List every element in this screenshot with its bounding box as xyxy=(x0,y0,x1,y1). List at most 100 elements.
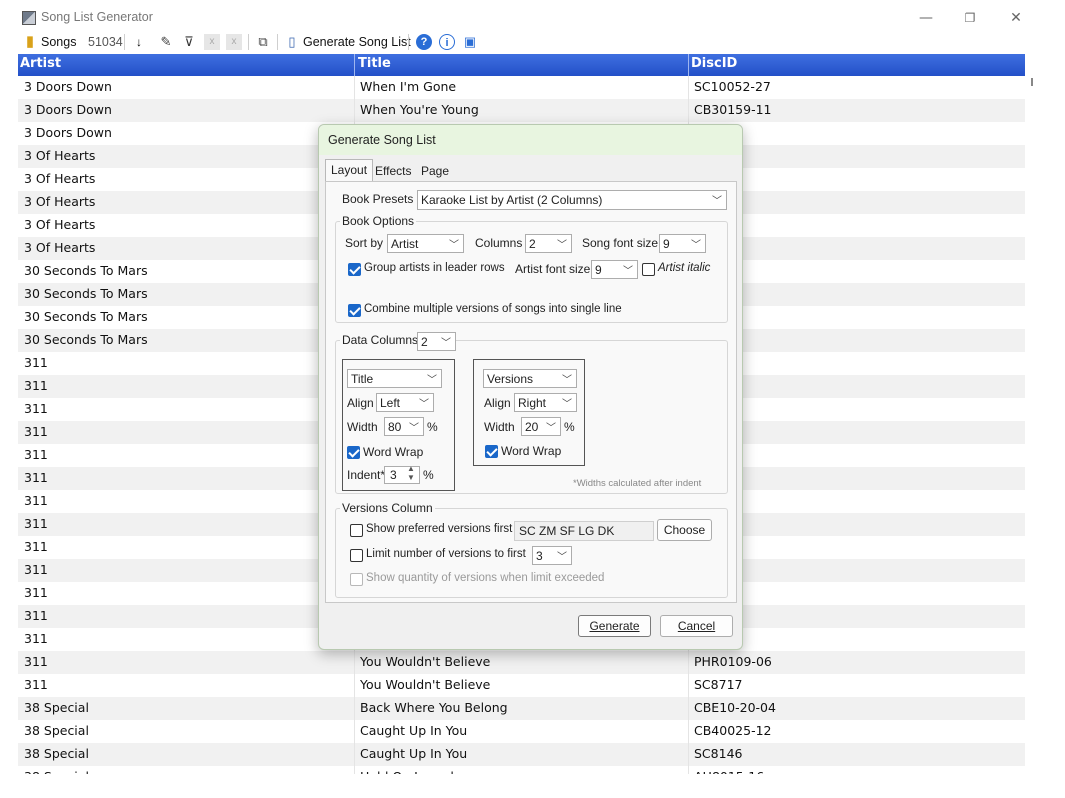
chevron-down-icon: ﹀ xyxy=(562,375,572,386)
dialog-title: Generate Song List xyxy=(328,133,436,147)
column-1-align-select[interactable]: Left ﹀ xyxy=(376,393,434,412)
artist-cell: 311 xyxy=(24,355,48,370)
column-divider[interactable] xyxy=(354,54,355,76)
book-presets-select[interactable]: Karaoke List by Artist (2 Columns) ﹀ xyxy=(417,190,727,210)
sort-az-icon[interactable]: ↓ xyxy=(131,34,147,50)
column-2-align-select[interactable]: Right ﹀ xyxy=(514,393,577,412)
cancel-button[interactable]: Cancel xyxy=(660,615,733,637)
indent-label: Indent* xyxy=(347,468,386,482)
chevron-down-icon: ﹀ xyxy=(546,423,556,434)
choose-button[interactable]: Choose xyxy=(657,519,712,541)
indent-spinner[interactable]: 3 ▲ ▼ xyxy=(384,464,420,484)
artist-cell: 30 Seconds To Mars xyxy=(24,332,148,347)
tab-page[interactable]: Page xyxy=(415,160,455,182)
toolbar-separator xyxy=(277,34,278,50)
table-row[interactable]: 3 Doors Down When You're Young CB30159-11 xyxy=(18,99,1025,122)
versions-column-group: Versions Column Show preferred versions … xyxy=(335,501,728,598)
songs-button[interactable]: Songs xyxy=(41,33,76,51)
remove-icon[interactable]: x xyxy=(204,34,220,50)
column-2-align-value: Right xyxy=(518,396,547,410)
edit-icon[interactable]: ✎ xyxy=(158,34,174,50)
column-1-width-select[interactable]: 80 ﹀ xyxy=(384,417,424,436)
grid-header: Artist Title DiscID xyxy=(18,54,1025,76)
columns-select[interactable]: 2 ﹀ xyxy=(525,234,572,253)
table-row[interactable]: 38 Special Caught Up In You CB40025-12 xyxy=(18,720,1025,743)
data-columns-select[interactable]: 2 ﹀ xyxy=(417,332,456,351)
table-row[interactable]: 38 Special Back Where You Belong CBE10-20-… xyxy=(18,697,1025,720)
column-2-width-value: 20 xyxy=(525,420,539,434)
artist-cell: 3 Of Hearts xyxy=(24,171,96,186)
limit-versions-select[interactable]: 3 ﹀ xyxy=(532,546,572,565)
tab-layout[interactable]: Layout xyxy=(325,159,374,182)
spin-down-icon[interactable]: ▼ xyxy=(407,473,415,482)
table-row[interactable]: 3 Doors Down When I'm Gone SC10052-27 xyxy=(18,76,1025,99)
song-font-size-select[interactable]: 9 ﹀ xyxy=(659,234,706,253)
discid-column-header[interactable]: DiscID xyxy=(691,56,737,71)
artist-cell: 311 xyxy=(24,470,48,485)
title-cell: When I'm Gone xyxy=(360,79,457,94)
table-row[interactable]: 311 You Wouldn't Believe SC8717 xyxy=(18,674,1025,697)
copy-icon[interactable]: ⧉ xyxy=(255,34,271,50)
show-preferred-checkbox[interactable] xyxy=(350,524,363,537)
column-1-box: Title ﹀ Align Left ﹀ Width 80 ﹀ % Word W… xyxy=(342,359,455,491)
spin-up-icon[interactable]: ▲ xyxy=(407,464,415,473)
settings-icon[interactable]: ▣ xyxy=(462,34,478,50)
artist-cell: 38 Special xyxy=(24,769,89,774)
group-artists-checkbox[interactable] xyxy=(348,263,361,276)
artist-cell: 311 xyxy=(24,562,48,577)
column-2-word-wrap-label: Word Wrap xyxy=(501,444,562,458)
column-2-width-select[interactable]: 20 ﹀ xyxy=(521,417,561,436)
table-row[interactable]: 38 Special Hold On Loosely AH8015-16 xyxy=(18,766,1025,774)
chevron-down-icon: ﹀ xyxy=(427,375,437,386)
toolbar-separator xyxy=(124,34,125,50)
combine-versions-checkbox[interactable] xyxy=(348,304,361,317)
database-icon[interactable]: ▮ xyxy=(22,34,38,50)
column-1-width-label: Width xyxy=(347,420,378,434)
column-1-width-value: 80 xyxy=(388,420,402,434)
artist-italic-checkbox[interactable] xyxy=(642,263,655,276)
column-2-field-select[interactable]: Versions ﹀ xyxy=(483,369,577,388)
artist-cell: 311 xyxy=(24,631,48,646)
info-icon[interactable]: i xyxy=(439,34,455,50)
column-divider[interactable] xyxy=(688,54,689,76)
discid-cell: PHR0109-06 xyxy=(694,654,772,669)
tab-effects[interactable]: Effects xyxy=(369,160,417,182)
toolbar-separator xyxy=(248,34,249,50)
restore-button[interactable]: ❐ xyxy=(959,8,981,28)
book-presets-value: Karaoke List by Artist (2 Columns) xyxy=(421,193,603,207)
limit-versions-value: 3 xyxy=(536,549,543,563)
column-2-word-wrap-checkbox[interactable] xyxy=(485,445,498,458)
indent-value: 3 xyxy=(390,468,397,482)
artist-column-header[interactable]: Artist xyxy=(20,56,61,71)
filter-clear-icon[interactable]: ⊽ xyxy=(181,34,197,50)
table-row[interactable]: 311 You Wouldn't Believe PHR0109-06 xyxy=(18,651,1025,674)
artist-font-size-select[interactable]: 9 ﹀ xyxy=(591,260,638,279)
limit-versions-checkbox[interactable] xyxy=(350,549,363,562)
help-icon[interactable]: ? xyxy=(416,34,432,50)
preferred-versions-field[interactable]: SC ZM SF LG DK xyxy=(514,521,654,541)
show-quantity-label: Show quantity of versions when limit exc… xyxy=(366,572,605,584)
artist-cell: 38 Special xyxy=(24,746,89,761)
discid-cell: SC8146 xyxy=(694,746,743,761)
combine-versions-label: Combine multiple versions of songs into … xyxy=(364,303,622,315)
title-column-header[interactable]: Title xyxy=(358,56,391,71)
column-1-align-value: Left xyxy=(380,396,401,410)
remove-all-icon[interactable]: x xyxy=(226,34,242,50)
generate-button[interactable]: Generate xyxy=(578,615,651,637)
discid-cell: CBE10-20-04 xyxy=(694,700,776,715)
column-1-field-select[interactable]: Title ﹀ xyxy=(347,369,442,388)
close-button[interactable]: ✕ xyxy=(1005,8,1027,28)
scrollbar[interactable] xyxy=(1031,78,1033,86)
book-icon[interactable]: ▯ xyxy=(284,34,300,50)
data-columns-group: Data Columns 2 ﹀ Title ﹀ Align Left ﹀ Wi… xyxy=(335,332,728,494)
limit-versions-label: Limit number of versions to first xyxy=(366,548,526,560)
column-1-word-wrap-checkbox[interactable] xyxy=(347,446,360,459)
column-2-align-label: Align xyxy=(484,396,511,410)
table-row[interactable]: 38 Special Caught Up In You SC8146 xyxy=(18,743,1025,766)
chevron-down-icon: ﹀ xyxy=(441,338,451,349)
dialog-title-bar: Generate Song List xyxy=(319,125,742,155)
minimize-button[interactable]: — xyxy=(915,8,937,28)
generate-song-list-button[interactable]: Generate Song List xyxy=(303,33,411,51)
column-1-word-wrap-label: Word Wrap xyxy=(363,445,424,459)
sort-by-select[interactable]: Artist ﹀ xyxy=(387,234,464,253)
